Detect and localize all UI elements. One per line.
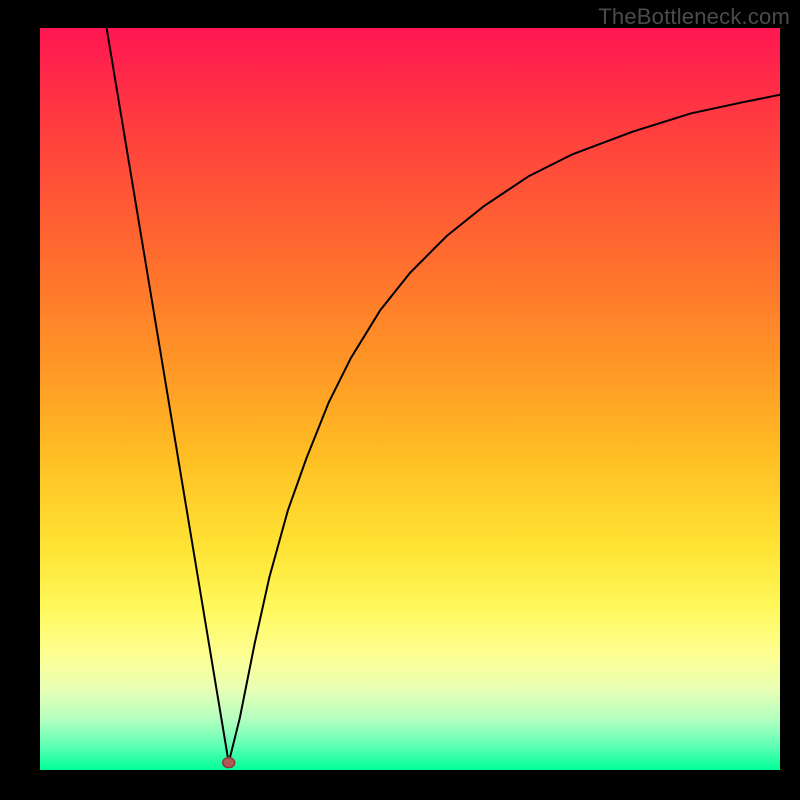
- plot-area: [40, 28, 780, 770]
- chart-frame: TheBottleneck.com: [0, 0, 800, 800]
- chart-svg: [40, 28, 780, 770]
- minimum-marker: [223, 758, 235, 768]
- watermark-text: TheBottleneck.com: [598, 4, 790, 30]
- gradient-background: [40, 28, 780, 770]
